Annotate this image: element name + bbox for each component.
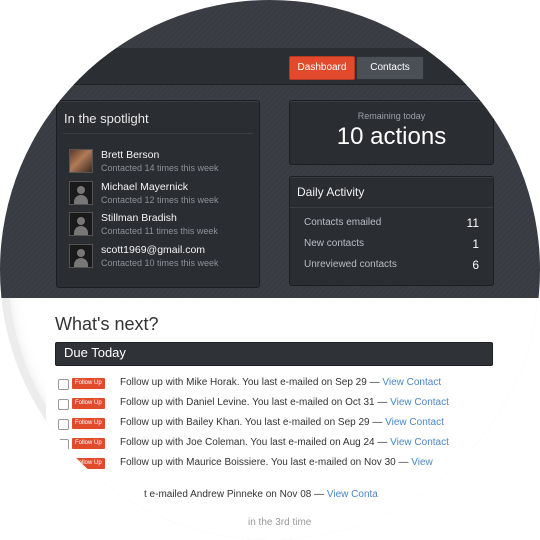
task-checkbox[interactable] (58, 459, 69, 470)
avatar (69, 149, 93, 173)
person-contact-count: Contacted 14 times this week (101, 163, 219, 173)
person-contact-count: Contacted 11 times this week (101, 226, 218, 236)
spotlight-title: In the spotlight (64, 111, 149, 126)
view-contact-link[interactable]: View Contact (390, 437, 449, 448)
task-description: in the 3rd time (248, 517, 312, 528)
task-row-partial: in the 3rd time (248, 517, 311, 533)
remaining-actions-panel: Remaining today 10 actions (289, 100, 494, 165)
whats-next-heading: What's next? (55, 314, 159, 334)
stat-label: New contacts (304, 238, 365, 249)
tab-contacts[interactable]: Contacts (356, 56, 424, 80)
avatar-placeholder-icon (69, 212, 93, 236)
follow-up-badge: Follow Up (72, 458, 105, 469)
stat-row: New contacts 1 (304, 237, 479, 254)
task-row-partial: t e-mailed Andrew Pinneke on Nov 08 — Vi… (144, 489, 378, 505)
stat-row: Contacts emailed 11 (304, 216, 479, 233)
stat-row: Unreviewed contacts 6 (304, 258, 479, 275)
stat-label: Contacts emailed (304, 217, 382, 228)
view-contact-link[interactable]: View (411, 457, 433, 468)
person-name[interactable]: Stillman Bradish (101, 212, 177, 224)
stat-label: Unreviewed contacts (304, 259, 397, 270)
dashboard-screen: Dashboard Contacts In the spotlight Bret… (0, 0, 540, 540)
task-checkbox[interactable] (58, 419, 69, 430)
avatar-placeholder-icon (69, 244, 93, 268)
follow-up-badge: Follow Up (72, 418, 105, 429)
magnifier-lens: Dashboard Contacts In the spotlight Bret… (0, 0, 540, 540)
daily-activity-title: Daily Activity (297, 185, 365, 199)
person-contact-count: Contacted 10 times this week (101, 258, 219, 268)
task-text: Follow up with Maurice Boissiere. You la… (120, 457, 433, 468)
task-checkbox[interactable] (58, 439, 69, 450)
view-contact-link[interactable]: View Contact (382, 377, 441, 388)
task-text: Follow up with Mike Horak. You last e-ma… (120, 377, 441, 388)
task-description: Follow up with Daniel Levine. You last e… (120, 397, 391, 408)
due-today-header: Due Today (55, 342, 493, 366)
task-checkbox[interactable] (58, 399, 69, 410)
remaining-value: 10 actions (336, 123, 447, 150)
task-description: Follow up with Bailey Khan. You last e-m… (120, 417, 386, 428)
follow-up-badge: Follow Up (72, 378, 105, 389)
tab-dashboard[interactable]: Dashboard (289, 56, 355, 80)
top-navigation-bar (0, 48, 540, 85)
task-description: Follow up with Maurice Boissiere. You la… (120, 457, 412, 468)
person-name[interactable]: scott1969@gmail.com (101, 244, 205, 256)
view-contact-link[interactable]: View Contact (390, 397, 449, 408)
task-text: Follow up with Joe Coleman. You last e-m… (120, 437, 449, 448)
view-contact-link[interactable]: View Conta (327, 489, 378, 500)
task-checkbox[interactable] (58, 379, 69, 390)
stat-value: 1 (472, 237, 479, 251)
remaining-label: Remaining today (357, 111, 426, 121)
avatar-placeholder-icon (69, 181, 93, 205)
spotlight-panel: In the spotlight Brett Berson Contacted … (56, 100, 260, 288)
divider (290, 207, 493, 208)
follow-up-badge: Follow Up (72, 438, 105, 449)
task-description: t e-mailed Andrew Pinneke on Nov 08 — (144, 489, 327, 500)
follow-up-badge: Follow Up (72, 398, 105, 409)
due-today-title: Due Today (64, 345, 126, 360)
view-contact-link[interactable]: View Contact (385, 417, 444, 428)
task-description: Follow up with Joe Coleman. You last e-m… (120, 437, 391, 448)
stat-value: 11 (466, 216, 479, 230)
task-text: Follow up with Daniel Levine. You last e… (120, 397, 449, 408)
stat-value: 6 (472, 258, 479, 272)
task-text: Follow up with Bailey Khan. You last e-m… (120, 417, 444, 428)
person-name[interactable]: Michael Mayernick (101, 181, 188, 193)
person-contact-count: Contacted 12 times this week (101, 195, 219, 205)
daily-activity-panel: Daily Activity Contacts emailed 11 New c… (289, 176, 494, 286)
task-description: Follow up with Mike Horak. You last e-ma… (120, 377, 383, 388)
divider (63, 133, 253, 134)
person-name[interactable]: Brett Berson (101, 149, 159, 161)
